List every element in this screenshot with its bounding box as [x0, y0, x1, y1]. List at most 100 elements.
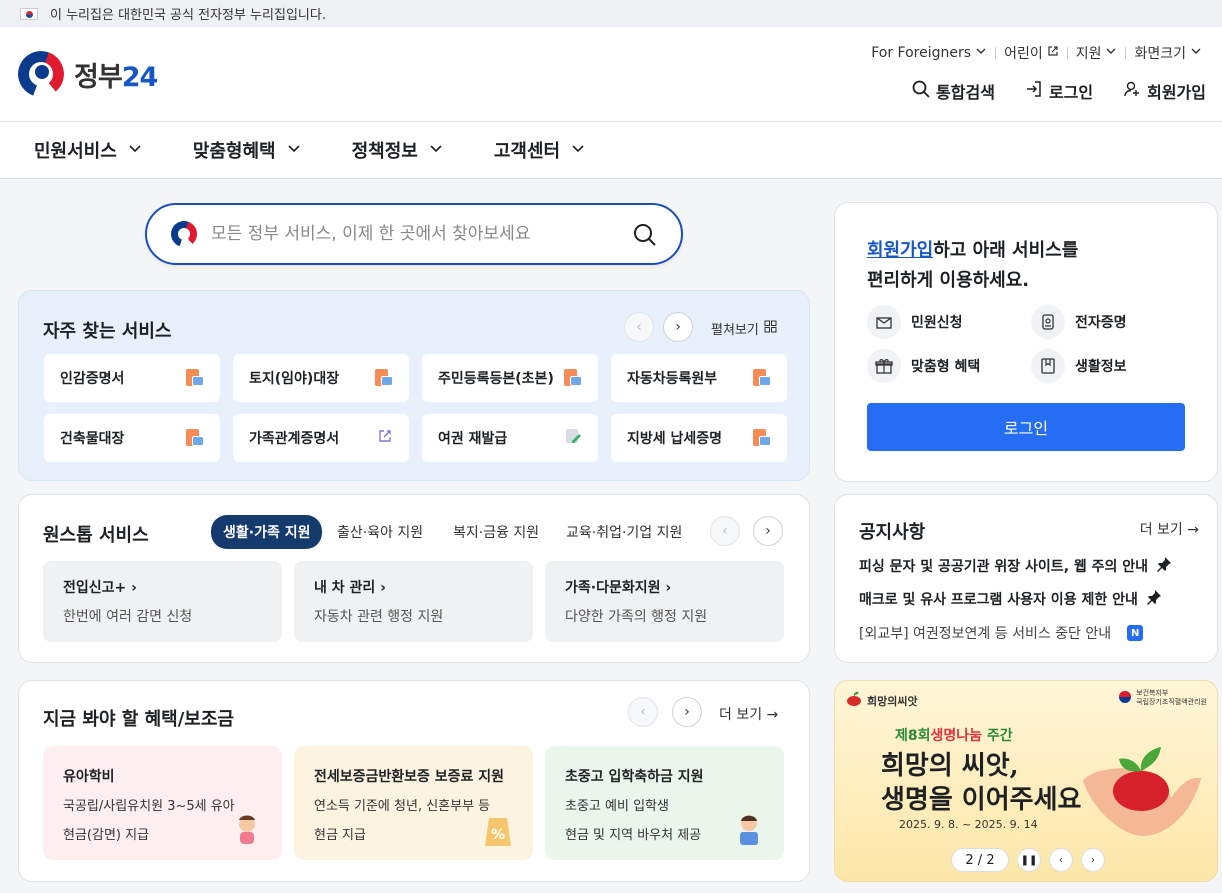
- benefit-card-kindergarten[interactable]: 유아학비 국공립/사립유치원 3~5세 유아 현금(감면) 지급: [43, 746, 282, 860]
- quick-civil-application[interactable]: 민원신청: [867, 305, 963, 339]
- font-size-menu[interactable]: 화면크기: [1126, 43, 1210, 63]
- quick-label: 맞춤형 혜택: [911, 359, 981, 375]
- chevron-down-icon: [1190, 45, 1202, 61]
- banner-brand: 희망의씨앗: [845, 691, 918, 710]
- gnb-item-civil-services[interactable]: 민원서비스: [34, 137, 143, 163]
- id-card-icon: [1031, 305, 1065, 339]
- expand-button[interactable]: 펼쳐보기: [711, 319, 777, 338]
- hands-seed-illustration-icon: [1073, 721, 1203, 845]
- notice-text: 피싱 문자 및 공공기관 위장 사이트, 웹 주의 안내: [859, 559, 1149, 575]
- benefit-card-school-entry[interactable]: 초중고 입학축하금 지원 초중고 예비 입학생 현금 및 지역 바우처 제공: [545, 746, 784, 860]
- service-item-local-tax[interactable]: 지방세 납세증명: [611, 414, 787, 462]
- notice-more-link[interactable]: 더 보기 →: [1140, 519, 1199, 539]
- integrated-search-button[interactable]: 통합검색: [912, 79, 995, 103]
- search-icon[interactable]: [633, 223, 657, 251]
- notice-text: 매크로 및 유사 프로그램 사용자 이용 제한 안내: [859, 592, 1138, 608]
- pause-button[interactable]: ❚❚: [1017, 848, 1041, 872]
- chevron-down-icon: [127, 140, 143, 161]
- service-item-vehicle-register[interactable]: 자동차등록원부: [611, 354, 787, 402]
- pause-icon: ❚❚: [1020, 854, 1038, 866]
- tab-welfare-finance[interactable]: 복지·금융 지원: [453, 522, 539, 542]
- service-label: 토지(임야)대장: [249, 371, 340, 387]
- service-label: 가족관계증명서: [249, 431, 340, 447]
- service-item-passport-reissue[interactable]: 여권 재발급: [422, 414, 598, 462]
- card-desc: 자동차 관련 행정 지원: [314, 609, 444, 625]
- quick-label: 민원신청: [911, 315, 963, 331]
- gov-official-banner: 이 누리집은 대한민국 공식 전자정부 누리집입니다.: [0, 0, 1222, 27]
- onestop-card-my-car[interactable]: 내 차 관리 › 자동차 관련 행정 지원: [294, 561, 533, 642]
- service-item-resident-registration[interactable]: 주민등록등본(초본): [422, 354, 598, 402]
- signup-link[interactable]: 회원가입: [1123, 79, 1206, 103]
- chevron-right-icon: ›: [380, 580, 386, 596]
- banner-next-button[interactable]: ›: [1081, 848, 1105, 872]
- expand-label: 펼쳐보기: [711, 323, 759, 338]
- signup-inline-link[interactable]: 회원가입: [867, 240, 933, 261]
- onestop-card-move-in[interactable]: 전입신고+ › 한번에 여러 감면 신청: [43, 561, 282, 642]
- support-menu[interactable]: 지원: [1068, 43, 1126, 63]
- site-logo[interactable]: 정부24: [18, 51, 158, 97]
- card-title: 내 차 관리: [314, 580, 376, 596]
- gnb-item-policy-info[interactable]: 정책정보: [352, 137, 444, 163]
- notice-item[interactable]: 피싱 문자 및 공공기관 위장 사이트, 웹 주의 안내: [859, 556, 1172, 576]
- notice-item[interactable]: [외교부] 여권정보연계 등 서비스 중단 안내 N: [859, 623, 1144, 643]
- service-item-building-register[interactable]: 건축물대장: [44, 414, 220, 462]
- student-illustration-icon: [732, 812, 766, 848]
- main-search-input[interactable]: [211, 224, 621, 244]
- banner-controls: 2 / 2 ❚❚ ‹ ›: [951, 848, 1105, 872]
- service-item-land-register[interactable]: 토지(임야)대장: [233, 354, 409, 402]
- next-arrow-button[interactable]: ›: [753, 516, 783, 546]
- benefits-more-link[interactable]: 더 보기 →: [719, 704, 778, 724]
- search-icon: [912, 80, 930, 102]
- banner-brand-text: 희망의씨앗: [867, 694, 918, 708]
- banner-headline-a: 제8회: [895, 728, 931, 744]
- kids-label: 어린이: [1004, 46, 1043, 62]
- chevron-right-icon: ›: [684, 704, 690, 720]
- notice-panel: 공지사항 더 보기 → 피싱 문자 및 공공기관 위장 사이트, 웹 주의 안내…: [834, 494, 1218, 663]
- login-link[interactable]: 로그인: [1025, 79, 1093, 103]
- tab-birth-childcare[interactable]: 출산·육아 지원: [337, 522, 423, 542]
- login-icon: [1025, 80, 1043, 102]
- next-arrow-button[interactable]: ›: [663, 312, 693, 342]
- taegeuk-small-icon: [171, 221, 197, 247]
- pen-icon: [564, 427, 582, 449]
- notice-item[interactable]: 매크로 및 유사 프로그램 사용자 이용 제한 안내: [859, 589, 1162, 609]
- onestop-card-family-multicultural[interactable]: 가족·다문화지원 › 다양한 가족의 행정 지원: [545, 561, 784, 642]
- gnb-label: 고객센터: [493, 141, 561, 162]
- arrow-right-icon: →: [766, 707, 779, 723]
- document-icon: [375, 369, 393, 387]
- gnb-item-custom-benefits[interactable]: 맞춤형혜택: [193, 137, 302, 163]
- prev-arrow-button[interactable]: ‹: [628, 697, 658, 727]
- prev-arrow-button[interactable]: ‹: [624, 312, 654, 342]
- percent-tag-icon: %: [481, 812, 515, 848]
- pin-icon: [1146, 589, 1162, 609]
- banner-date: 2025. 9. 8. ~ 2025. 9. 14: [899, 818, 1038, 831]
- benefits-panel: 지금 봐야 할 혜택/보조금 ‹ › 더 보기 → 유아학비 국공립/사립유치원…: [18, 680, 810, 882]
- login-button[interactable]: 로그인: [867, 403, 1185, 451]
- prev-arrow-button[interactable]: ‹: [710, 516, 740, 546]
- kids-link[interactable]: 어린이: [996, 43, 1067, 63]
- tab-education-employment[interactable]: 교육·취업·기업 지원: [566, 522, 682, 542]
- quick-life-info[interactable]: 생활정보: [1031, 349, 1127, 383]
- document-icon: [186, 429, 204, 447]
- banner-org-line1: 보건복지부: [1136, 689, 1169, 697]
- quick-custom-benefits[interactable]: 맞춤형 혜택: [867, 349, 980, 383]
- seed-logo-icon: [845, 691, 863, 710]
- login-label: 로그인: [1048, 83, 1094, 102]
- signup-label: 회원가입: [1147, 83, 1206, 102]
- promo-banner[interactable]: 희망의씨앗 보건복지부 국립장기조직혈액관리원 제8회생명나눔 주간 희망의 씨앗…: [834, 680, 1218, 882]
- chevron-down-icon: [975, 45, 987, 61]
- gift-icon: [867, 349, 901, 383]
- login-message: 회원가입하고 아래 서비스를 편리하게 이용하세요.: [867, 236, 1078, 296]
- header: 정부24 For Foreigners 어린이 지원 화면크기 통합검색 로그인…: [0, 27, 1222, 122]
- gnb-item-customer-center[interactable]: 고객센터: [494, 137, 586, 163]
- banner-prev-button[interactable]: ‹: [1049, 848, 1073, 872]
- quick-e-certificate[interactable]: 전자증명: [1031, 305, 1127, 339]
- tab-life-family[interactable]: 생활·가족 지원: [211, 515, 323, 549]
- next-arrow-button[interactable]: ›: [672, 697, 702, 727]
- service-item-seal-certificate[interactable]: 인감증명서: [44, 354, 220, 402]
- banner-headline-c: 주간: [982, 728, 1013, 744]
- benefit-card-jeonse-guarantee[interactable]: 전세보증금반환보증 보증료 지원 연소득 기준에 청년, 신혼부부 등 현금 지…: [294, 746, 533, 860]
- chevron-right-icon: ›: [1091, 854, 1095, 866]
- service-item-family-relation[interactable]: 가족관계증명서: [233, 414, 409, 462]
- for-foreigners-link[interactable]: For Foreigners: [863, 45, 995, 61]
